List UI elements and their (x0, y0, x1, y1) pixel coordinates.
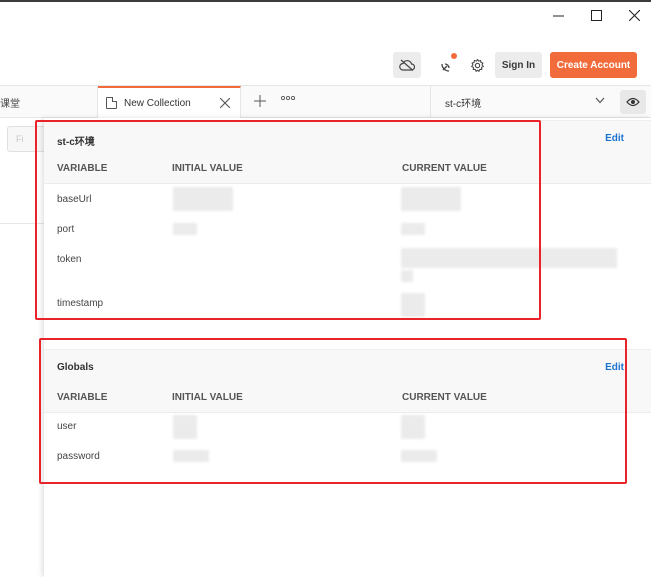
tab-label: New Collection (124, 97, 191, 109)
environment-selected-label: st-c环境 (445, 98, 482, 110)
tab-previous-label: 课堂 (0, 98, 20, 110)
notifications-button[interactable] (437, 52, 459, 78)
new-tab-button[interactable] (250, 91, 270, 111)
gear-icon (470, 58, 484, 72)
fork-button-label: Fi (16, 134, 24, 144)
close-icon (628, 9, 640, 21)
window-top-border (0, 0, 651, 2)
chevron-down-icon (595, 97, 605, 104)
edit-environment-link[interactable]: Edit (605, 133, 624, 144)
create-account-button[interactable]: Create Account (550, 52, 637, 78)
minimize-button[interactable] (545, 4, 571, 26)
tab-previous[interactable]: 课堂 (0, 86, 98, 118)
environment-quick-look-button[interactable] (620, 90, 646, 114)
maximize-icon (590, 9, 602, 21)
cloud-off-icon (399, 59, 415, 71)
maximize-button[interactable] (583, 4, 609, 26)
environment-selector[interactable]: st-c环境 (430, 86, 613, 118)
notification-dot (451, 53, 457, 59)
tab-new-collection[interactable]: New Collection (98, 86, 241, 118)
minimize-icon (552, 15, 564, 16)
tab-close-button[interactable] (219, 97, 231, 109)
tab-bar: 课堂 New Collection st-c环境 (0, 85, 651, 118)
annotation-box-environment (35, 120, 541, 320)
sync-status-button[interactable] (393, 52, 421, 78)
close-window-button[interactable] (621, 4, 647, 26)
collection-doc-icon (106, 97, 117, 109)
more-tabs-button[interactable] (280, 93, 296, 104)
more-dots-icon (280, 95, 296, 101)
settings-button[interactable] (466, 52, 488, 78)
close-icon (220, 98, 230, 108)
plus-icon (254, 95, 266, 107)
sign-in-button[interactable]: Sign In (495, 52, 542, 78)
satellite-icon (441, 63, 450, 72)
eye-icon (626, 97, 640, 107)
annotation-box-globals (39, 338, 627, 484)
